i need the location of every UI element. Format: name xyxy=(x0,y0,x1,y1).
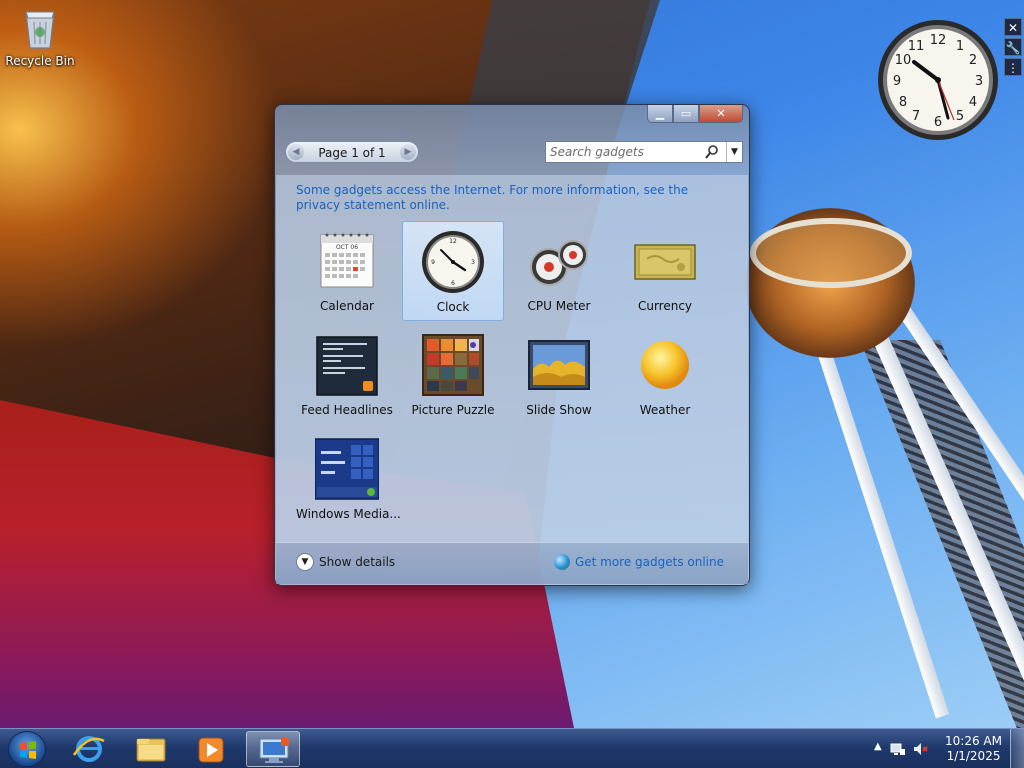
gadget-tile-currency[interactable]: Currency xyxy=(614,221,716,321)
weather-icon xyxy=(633,333,697,397)
volume-muted-icon[interactable] xyxy=(912,741,928,757)
recycle-bin[interactable]: Recycle Bin xyxy=(4,6,76,68)
picture-puzzle-icon xyxy=(421,333,485,397)
gadget-name: Weather xyxy=(639,403,691,417)
svg-text:5: 5 xyxy=(956,109,964,124)
file-explorer-icon xyxy=(136,738,166,762)
svg-text:12: 12 xyxy=(449,238,457,245)
show-desktop-button[interactable] xyxy=(1010,729,1024,768)
gadget-list-area: Some gadgets access the Internet. For mo… xyxy=(276,175,748,543)
svg-text:6: 6 xyxy=(451,280,455,287)
search-icon[interactable] xyxy=(704,144,720,160)
gadget-name: Calendar xyxy=(320,299,374,313)
svg-text:12: 12 xyxy=(930,33,947,48)
svg-text:11: 11 xyxy=(908,39,925,54)
gadget-tile-windows-media[interactable]: Windows Media... xyxy=(296,429,401,529)
show-hidden-icons-icon[interactable]: ▲ xyxy=(874,741,882,752)
show-details-label: Show details xyxy=(319,555,396,569)
get-more-gadgets-label: Get more gadgets online xyxy=(574,555,724,569)
page-label: Page 1 of 1 xyxy=(318,146,386,160)
maximize-button[interactable]: ▭ xyxy=(673,105,699,123)
gadget-options-icon[interactable]: 🔧 xyxy=(1004,38,1022,56)
gadget-tile-weather[interactable]: Weather xyxy=(614,325,716,425)
gadget-tile-feed-headlines[interactable]: Feed Headlines xyxy=(296,325,398,425)
gadget-gallery-window: ▁ ▭ ✕ ◀ Page 1 of 1 ▶ ▼ Some gadgets acc… xyxy=(274,104,750,586)
show-details-button[interactable]: ▼ Show details xyxy=(296,553,395,571)
calendar-month: OCT 06 xyxy=(336,244,358,251)
desktop-clock-gadget[interactable]: 12 1 2 345 678 9 10 11 xyxy=(876,18,1000,142)
start-button[interactable] xyxy=(8,731,46,767)
search-box: ▼ xyxy=(545,141,743,163)
internet-explorer-icon xyxy=(72,736,105,762)
taskbar-time: 10:26 AM xyxy=(945,734,1002,748)
gadgets-icon xyxy=(259,738,289,763)
svg-text:7: 7 xyxy=(912,109,920,124)
page-navigator: ◀ Page 1 of 1 ▶ xyxy=(285,141,419,163)
gadget-name: Feed Headlines xyxy=(301,403,393,417)
minimize-button[interactable]: ▁ xyxy=(647,105,673,123)
taskbar-media-player[interactable] xyxy=(184,731,238,767)
feed-headlines-icon xyxy=(315,333,379,397)
taskbar-internet-explorer[interactable] xyxy=(62,731,116,767)
gadget-tile-picture-puzzle[interactable]: Picture Puzzle xyxy=(402,325,504,425)
cpu-meter-icon xyxy=(527,229,591,293)
calendar-icon: OCT 06 xyxy=(315,229,379,293)
svg-text:1: 1 xyxy=(956,39,964,54)
network-icon[interactable] xyxy=(890,741,906,757)
gadget-close-icon[interactable]: ✕ xyxy=(1004,18,1022,36)
gadget-tile-clock[interactable]: 12 3 6 9 Clock xyxy=(402,221,504,321)
close-button[interactable]: ✕ xyxy=(699,105,743,123)
taskbar-gadgets[interactable] xyxy=(246,731,300,767)
desktop-gadget-controls: ✕ 🔧 ⋮ xyxy=(1004,18,1022,78)
svg-text:6: 6 xyxy=(934,115,942,130)
taskbar-clock[interactable]: 10:26 AM 1/1/2025 xyxy=(945,734,1002,764)
svg-text:9: 9 xyxy=(431,259,435,266)
windows-logo-icon xyxy=(20,741,36,759)
recycle-bin-label: Recycle Bin xyxy=(5,54,75,68)
gadget-tile-cpu-meter[interactable]: CPU Meter xyxy=(508,221,610,321)
svg-text:3: 3 xyxy=(471,259,475,266)
svg-text:3: 3 xyxy=(975,74,983,89)
gadget-name: Currency xyxy=(637,299,693,313)
svg-text:9: 9 xyxy=(893,74,901,89)
svg-text:10: 10 xyxy=(895,53,912,68)
previous-page-icon[interactable]: ◀ xyxy=(288,144,304,160)
svg-text:4: 4 xyxy=(969,95,977,110)
system-tray: ▲ 10:26 AM 1/1/2025 xyxy=(864,729,1024,768)
globe-icon xyxy=(553,554,570,570)
gadget-tile-slide-show[interactable]: Slide Show xyxy=(508,325,610,425)
gallery-footer: ▼ Show details Get more gadgets online xyxy=(276,542,748,584)
gadget-tile-calendar[interactable]: OCT 06 Calendar xyxy=(296,221,398,321)
slide-show-icon xyxy=(527,333,591,397)
currency-icon xyxy=(633,229,697,293)
media-player-icon xyxy=(198,737,224,763)
gadget-name: Slide Show xyxy=(526,403,592,417)
taskbar: ▲ 10:26 AM 1/1/2025 xyxy=(0,728,1024,768)
wallpaper-needle-disc xyxy=(750,218,912,288)
clock-icon: 12 3 6 9 xyxy=(421,230,485,294)
gadget-name: CPU Meter xyxy=(527,299,591,313)
taskbar-file-explorer[interactable] xyxy=(124,731,178,767)
search-input[interactable] xyxy=(550,144,700,160)
gadget-name: Clock xyxy=(436,300,470,314)
gadget-drag-handle-icon[interactable]: ⋮ xyxy=(1004,58,1022,76)
windows-media-icon xyxy=(314,437,380,501)
chevron-down-icon: ▼ xyxy=(296,553,314,571)
svg-text:2: 2 xyxy=(969,53,977,68)
gallery-toolbar: ◀ Page 1 of 1 ▶ ▼ xyxy=(285,141,743,163)
get-more-gadgets-link[interactable]: Get more gadgets online xyxy=(553,554,724,570)
taskbar-date: 1/1/2025 xyxy=(946,749,1001,763)
privacy-notice-link[interactable]: Some gadgets access the Internet. For mo… xyxy=(296,183,716,213)
window-controls: ▁ ▭ ✕ xyxy=(647,105,743,123)
next-page-icon[interactable]: ▶ xyxy=(400,144,416,160)
search-dropdown-icon[interactable]: ▼ xyxy=(726,142,742,162)
gadget-name: Picture Puzzle xyxy=(411,403,495,417)
recycle-bin-icon xyxy=(23,6,57,50)
svg-text:8: 8 xyxy=(899,95,907,110)
gadget-name: Windows Media... xyxy=(296,507,401,521)
